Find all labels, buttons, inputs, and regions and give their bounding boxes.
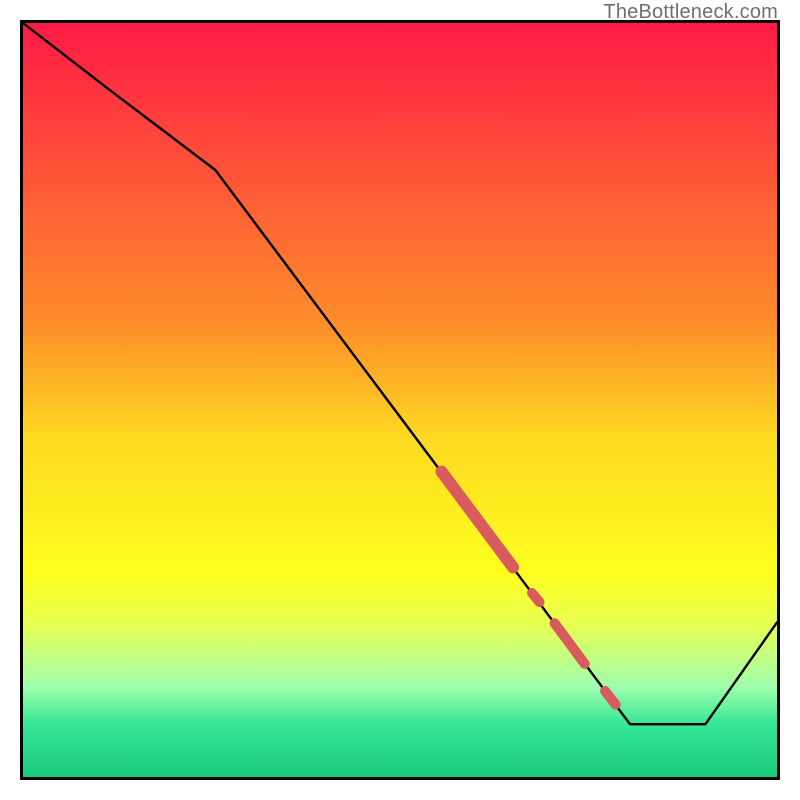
watermark-text: TheBottleneck.com	[603, 1, 778, 24]
chart-frame	[20, 20, 780, 780]
highlight-segment	[532, 593, 540, 602]
gradient-background	[23, 23, 777, 777]
bottleneck-chart	[23, 23, 777, 777]
